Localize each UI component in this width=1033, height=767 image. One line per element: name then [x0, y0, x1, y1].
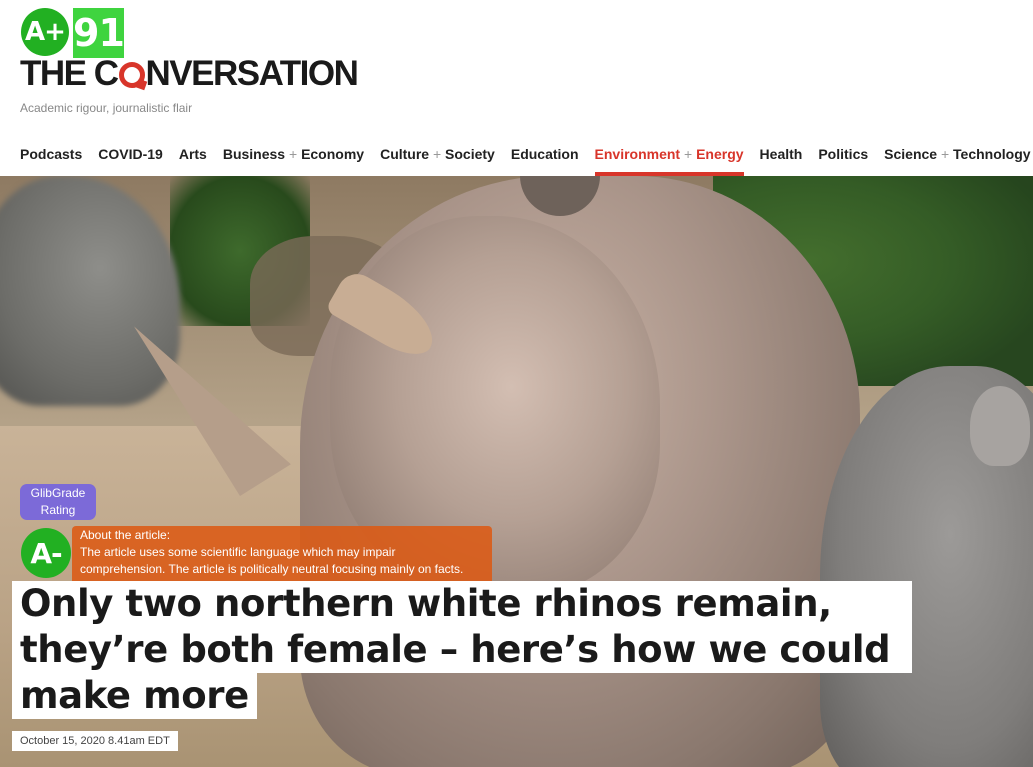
nav-label: Economy [301, 146, 365, 162]
glibgrade-tag-line1: GlibGrade [30, 486, 86, 500]
nav-item-covid-19[interactable]: COVID-19 [98, 146, 163, 176]
article-title: Only two northern white rhinos remain, a… [12, 581, 912, 719]
nav-label: Society [445, 146, 495, 162]
logo-text-pre: THE C [20, 54, 119, 93]
nav-item-environment-energy[interactable]: Environment + Energy [594, 146, 744, 176]
nav-label: Culture [380, 146, 430, 162]
nav-item-education[interactable]: Education [511, 146, 579, 176]
nav-item-podcasts[interactable]: Podcasts [20, 146, 82, 176]
grade-circle[interactable]: A+ [21, 8, 69, 56]
section-nav: Podcasts COVID-19 Arts Business + Econom… [20, 146, 1031, 176]
grade-circle[interactable]: A- [21, 528, 71, 578]
popup-text: The article uses some scientific languag… [80, 545, 464, 576]
popup-heading: About the article: [80, 528, 171, 542]
nav-item-science-technology[interactable]: Science + Technology [884, 146, 1030, 176]
glibgrade-tag-line2: Rating [40, 503, 76, 517]
title-line: they’re both female – here’s how we coul… [12, 627, 899, 673]
glibgrade-rating-tag[interactable]: GlibGrade Rating [20, 484, 96, 520]
nav-label: Energy [696, 146, 744, 162]
nav-label: Technology [953, 146, 1031, 162]
nav-item-business-economy[interactable]: Business + Economy [223, 146, 364, 176]
speech-bubble-icon [118, 62, 145, 88]
nav-plus: + [684, 146, 693, 162]
top-grade-badge[interactable]: A+ [21, 8, 69, 56]
nav-item-arts[interactable]: Arts [179, 146, 207, 176]
rhino-right-ear [970, 386, 1030, 466]
nav-label: Environment [594, 146, 681, 162]
title-line: make more [12, 673, 257, 719]
background-rhino [0, 176, 180, 406]
nav-item-health[interactable]: Health [760, 146, 803, 176]
nav-label: Business [222, 146, 286, 162]
site-logo[interactable]: THE C NVERSATION [20, 54, 359, 94]
nav-plus: + [432, 146, 442, 162]
nav-item-politics[interactable]: Politics [818, 146, 868, 176]
nav-label: Science [884, 146, 938, 162]
site-header: A+ 91 THE C NVERSATION Academic rigour, j… [0, 0, 1033, 176]
nav-plus: + [940, 146, 950, 162]
logo-text-post: NVERSATION [145, 54, 359, 93]
article-date: October 15, 2020 8.41am EDT [12, 731, 178, 751]
site-tagline: Academic rigour, journalistic flair [20, 101, 193, 115]
nav-plus: + [288, 146, 298, 162]
score-badge[interactable]: 91 [73, 8, 125, 58]
nav-item-culture-society[interactable]: Culture + Society [380, 146, 495, 176]
